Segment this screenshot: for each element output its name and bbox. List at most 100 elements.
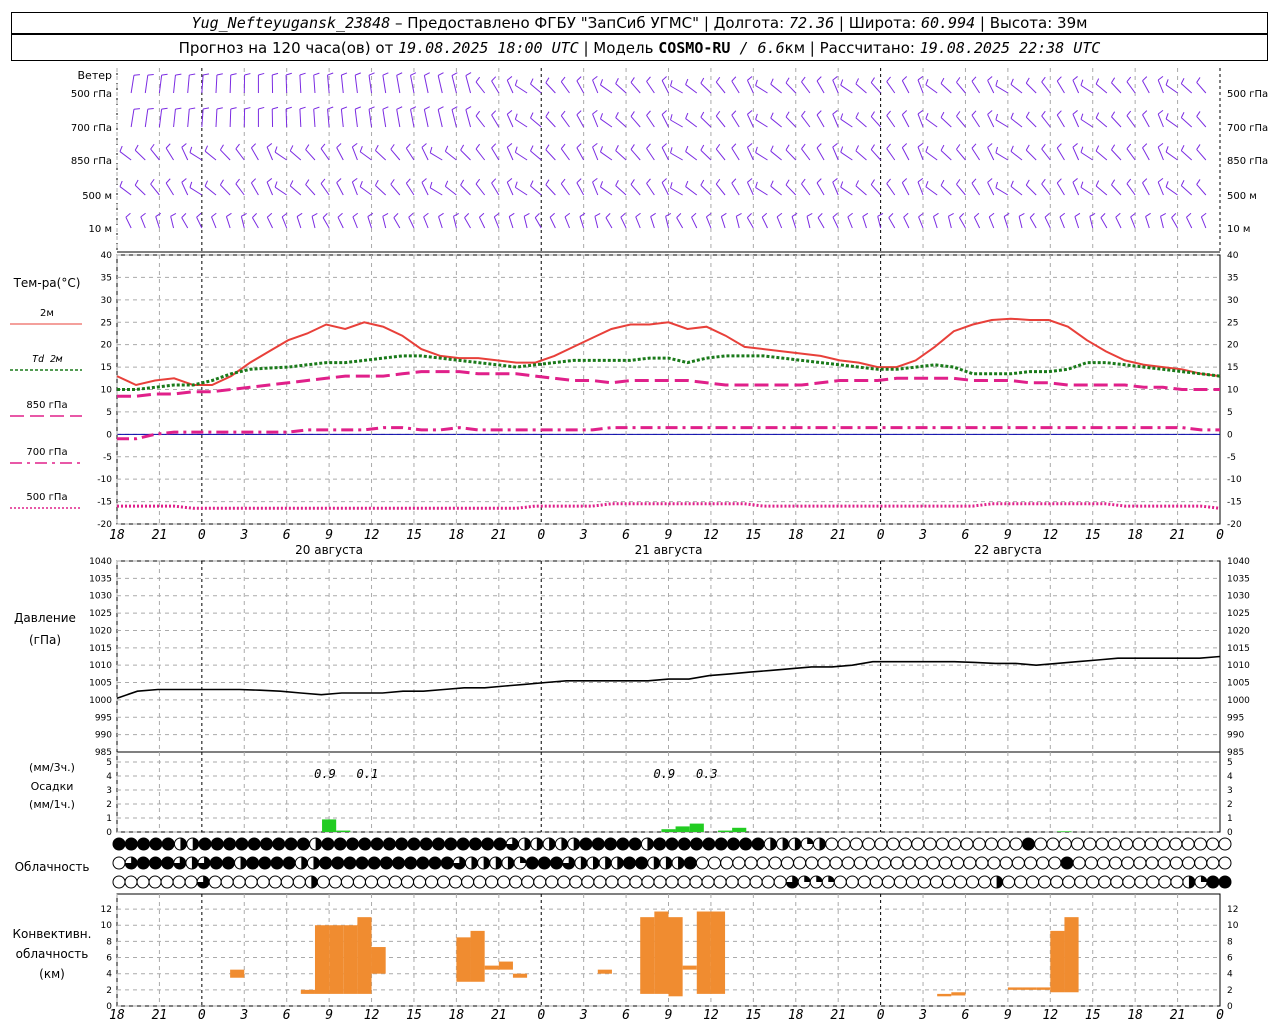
wind-barb-feather	[685, 145, 689, 152]
wind-barb-feather	[251, 143, 257, 149]
wind-barb-shaft	[187, 75, 190, 94]
wind-barb-shaft	[549, 216, 556, 229]
wind-barb	[1056, 178, 1065, 196]
wind-barb-shaft	[220, 184, 231, 196]
wind-barb	[382, 106, 389, 128]
cloud-cover-glyph	[428, 856, 442, 870]
wind-barb-shaft	[340, 75, 344, 94]
wind-barb-shaft	[801, 183, 811, 196]
wind-barb-feather	[901, 110, 908, 116]
cloud-cover-glyph	[160, 875, 174, 889]
wind-barb-shaft	[1126, 148, 1136, 161]
cloud-cover-glyph	[416, 856, 430, 870]
wind-barb-shaft	[429, 187, 443, 196]
wind-barb-feather	[175, 73, 182, 76]
wind-barb-shaft	[545, 82, 556, 94]
wind-barb-feather	[382, 213, 389, 217]
wind-barb-shaft	[289, 150, 302, 161]
convective-panel-title-line: облачность	[16, 947, 89, 961]
cloud-cover-glyph	[296, 837, 310, 851]
wind-barb-shaft	[506, 114, 514, 128]
wind-barb-shaft	[475, 115, 486, 128]
wind-barb-feather	[1180, 145, 1185, 151]
cloud-cover-glyph	[966, 875, 980, 889]
wind-barb	[1157, 76, 1164, 94]
temperature-legend-label: 850 гПа	[26, 400, 67, 411]
precip-3h-total-label: 0.9	[654, 767, 676, 781]
wind-barb-shaft	[375, 185, 387, 196]
cloud-cover-glyph	[1146, 875, 1160, 889]
convective-tick-left: 10	[101, 921, 113, 931]
cloud-cover-glyph	[683, 856, 697, 870]
cloud-cover-glyph	[493, 837, 507, 851]
wind-barb-shaft	[220, 149, 231, 161]
wind-barb-feather	[460, 144, 465, 151]
wind-barb-feather	[700, 144, 705, 151]
wind-barb-shaft	[1072, 80, 1080, 94]
cloud-cover-glyph	[1158, 875, 1172, 889]
cloud-cover-glyph	[1206, 837, 1220, 851]
wind-barb	[465, 72, 472, 94]
wind-barb	[987, 110, 995, 128]
cloud-cover-glyph	[124, 875, 138, 889]
wind-barb	[615, 112, 627, 128]
wind-barb	[816, 178, 825, 196]
wind-barb-feather	[670, 147, 673, 154]
wind-barb-feather	[1095, 180, 1100, 187]
wind-barb	[870, 77, 881, 94]
temperature-axis-hour-label: 6	[283, 528, 291, 543]
convective-bar	[1022, 987, 1037, 990]
wind-barb-feather	[576, 178, 582, 184]
wind-barb-shaft	[351, 146, 358, 161]
wind-barb-shaft	[755, 152, 768, 161]
temperature-axis-hour-label: 9	[1004, 528, 1012, 543]
wind-barb-shaft	[250, 147, 259, 161]
temperature-tick-left: 25	[101, 318, 112, 328]
wind-barb	[817, 213, 825, 229]
cloud-cover-glyph	[702, 837, 716, 851]
cloud-cover-glyph	[545, 875, 559, 889]
cloud-cover-fill	[524, 838, 531, 851]
wind-barb-shaft	[746, 80, 754, 94]
wind-barb-shaft	[1056, 80, 1065, 94]
wind-barb	[901, 110, 910, 128]
wind-barb	[296, 212, 303, 229]
cloud-cover-glyph	[569, 875, 583, 889]
wind-barb	[423, 72, 430, 94]
wind-barb-shaft	[1111, 149, 1122, 161]
wind-barb	[847, 212, 853, 229]
wind-barb-feather	[755, 181, 758, 188]
convective-axis-hour-label: 15	[746, 1008, 762, 1023]
wind-barb-shaft	[320, 183, 330, 196]
wind-barb-feather	[1059, 212, 1066, 218]
cloud-cover-fill	[782, 838, 789, 850]
wind-barb	[119, 180, 132, 196]
wind-barb	[251, 213, 259, 229]
cloud-cover-glyph	[617, 875, 631, 889]
wind-barb-feather	[1010, 145, 1014, 152]
wind-barb-feather	[1171, 213, 1177, 218]
wind-barb-shaft	[855, 117, 867, 128]
wind-barb-shaft	[840, 151, 853, 161]
wind-barb-shaft	[336, 182, 344, 196]
wind-barb-feather	[1126, 76, 1132, 82]
wind-barb-shaft	[855, 185, 867, 196]
cloud-cover-glyph	[695, 856, 709, 870]
wind-barb-feather	[444, 145, 449, 152]
cloud-cover-glyph	[629, 875, 643, 889]
wind-barb-feather	[731, 143, 737, 149]
wind-barb-feather	[252, 213, 258, 218]
wind-barb-feather	[155, 212, 162, 218]
wind-barb-shaft	[1072, 114, 1080, 128]
wind-barb-feather	[630, 111, 635, 117]
wind-barb-feather	[219, 179, 224, 186]
wind-barb-shaft	[155, 216, 160, 229]
wind-barb-shaft	[1025, 149, 1037, 161]
cloud-cover-glyph	[817, 856, 831, 870]
wind-barb-shaft	[523, 216, 528, 229]
cloud-cover-glyph	[331, 856, 345, 870]
wind-barb	[731, 143, 740, 161]
wind-barb-feather	[491, 143, 497, 149]
wind-barb-shaft	[987, 147, 995, 161]
wind-barb	[491, 110, 500, 128]
